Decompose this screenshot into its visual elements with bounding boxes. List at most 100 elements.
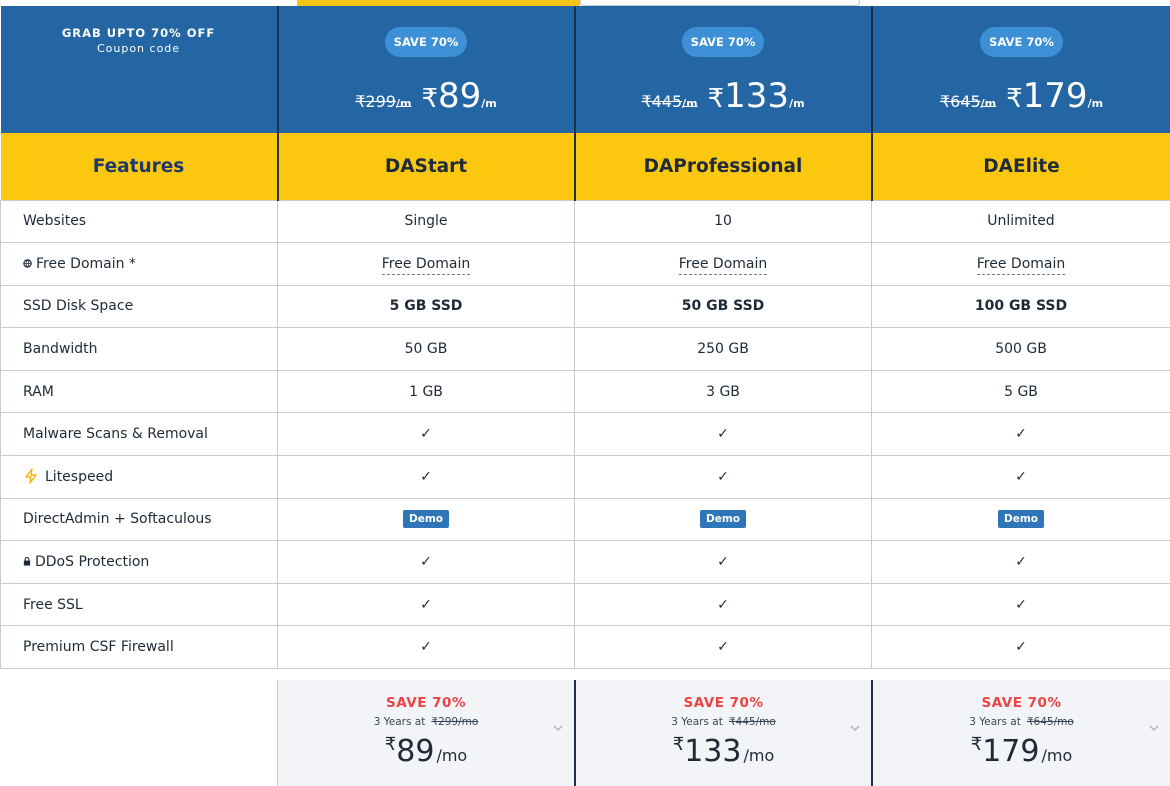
old-price: ₹299/m — [355, 92, 412, 111]
check-mark: ✓ — [574, 455, 872, 499]
feature-row-litespeed: Litespeed ✓ ✓ ✓ — [0, 455, 1170, 499]
plan-price-cell-daprofessional: SAVE 70% ₹445/m ₹133/m — [573, 6, 872, 133]
feature-row-malware: Malware Scans & Removal ✓ ✓ ✓ — [0, 412, 1170, 457]
feature-row-ram: RAM 1 GB 3 GB 5 GB — [0, 369, 1170, 414]
feature-row-ddos: DDoS Protection ✓ ✓ ✓ — [0, 540, 1170, 584]
check-mark: ✓ — [277, 540, 575, 584]
chevron-down-icon[interactable] — [552, 722, 564, 734]
feature-value: Single — [277, 199, 575, 244]
feature-value: 50 GB SSD — [574, 284, 872, 329]
coupon-code-label: Coupon code — [96, 42, 181, 55]
check-mark: ✓ — [574, 412, 872, 457]
feature-label: Free Domain * — [0, 242, 278, 286]
feature-value: Free Domain — [277, 242, 575, 286]
feature-value: Unlimited — [871, 199, 1170, 244]
plan-name-row: Features DAStart DAProfessional DAElite — [0, 133, 1170, 200]
feature-value: 5 GB — [871, 369, 1170, 414]
features-heading: Features — [0, 133, 278, 200]
globe-icon — [23, 256, 32, 272]
feature-label: DirectAdmin + Softaculous — [0, 497, 278, 542]
check-mark: ✓ — [277, 625, 575, 670]
feature-value: 3 GB — [574, 369, 872, 414]
feature-value: 100 GB SSD — [871, 284, 1170, 329]
check-mark: ✓ — [871, 625, 1170, 670]
footer-save-label: SAVE 70% — [386, 695, 466, 711]
check-mark: ✓ — [277, 455, 575, 499]
lock-icon — [23, 554, 31, 570]
plan-price-cell-daelite: SAVE 70% ₹645/m ₹179/m — [870, 6, 1170, 133]
feature-label: DDoS Protection — [0, 540, 278, 584]
plan-footer-dastart[interactable]: SAVE 70% 3 Years at ₹299/mo ₹89/mo — [277, 680, 574, 786]
demo-button[interactable]: Demo — [700, 510, 746, 529]
save-badge: SAVE 70% — [681, 27, 765, 57]
feature-value: Demo — [871, 497, 1170, 542]
feature-value: Free Domain — [871, 242, 1170, 286]
footer-price: ₹179/mo — [970, 734, 1073, 769]
feature-value: 500 GB — [871, 327, 1170, 371]
footer-term: 3 Years at ₹299/mo — [373, 716, 479, 728]
check-mark: ✓ — [871, 540, 1170, 584]
feature-label: Free SSL — [0, 582, 278, 627]
feature-label: Bandwidth — [0, 327, 278, 371]
new-price: ₹133/m — [707, 76, 805, 116]
feature-value: 1 GB — [277, 369, 575, 414]
feature-label: Websites — [0, 199, 278, 244]
check-mark: ✓ — [871, 582, 1170, 627]
save-badge: SAVE 70% — [384, 27, 468, 57]
feature-label: Premium CSF Firewall — [0, 625, 278, 670]
check-mark: ✓ — [871, 455, 1170, 499]
old-price: ₹645/m — [939, 92, 997, 111]
feature-row-ssd: SSD Disk Space 5 GB SSD 50 GB SSD 100 GB… — [0, 284, 1170, 329]
free-domain-tooltip[interactable]: Free Domain — [678, 255, 768, 275]
chevron-down-icon[interactable] — [849, 722, 861, 734]
offer-headline: GRAB UPTO 70% OFF — [61, 26, 216, 40]
feature-value: Demo — [277, 497, 575, 542]
offer-cell: GRAB UPTO 70% OFF Coupon code — [0, 6, 278, 133]
new-price: ₹89/m — [421, 76, 497, 116]
feature-row-bandwidth: Bandwidth 50 GB 250 GB 500 GB — [0, 327, 1170, 371]
save-badge: SAVE 70% — [980, 27, 1063, 57]
old-price: ₹445/m — [641, 92, 698, 111]
demo-button[interactable]: Demo — [998, 510, 1044, 529]
feature-value: Demo — [574, 497, 872, 542]
plan-name-daprofessional: DAProfessional — [573, 133, 872, 200]
feature-label: Malware Scans & Removal — [0, 412, 278, 457]
feature-value: 10 — [574, 199, 872, 244]
feature-row-websites: Websites Single 10 Unlimited — [0, 199, 1170, 244]
feature-row-free-ssl: Free SSL ✓ ✓ ✓ — [0, 582, 1170, 627]
demo-button[interactable]: Demo — [403, 510, 449, 529]
check-mark: ✓ — [871, 412, 1170, 457]
feature-value: 5 GB SSD — [277, 284, 575, 329]
check-mark: ✓ — [277, 412, 575, 457]
feature-row-directadmin: DirectAdmin + Softaculous Demo Demo Demo — [0, 497, 1170, 542]
feature-value: Free Domain — [574, 242, 872, 286]
feature-row-free-domain: Free Domain * Free Domain Free Domain Fr… — [0, 242, 1170, 286]
free-domain-tooltip[interactable]: Free Domain — [381, 255, 471, 275]
feature-label: SSD Disk Space — [0, 284, 278, 329]
plan-name-dastart: DAStart — [276, 133, 575, 200]
footer-save-label: SAVE 70% — [981, 695, 1062, 711]
plan-footer-daelite[interactable]: SAVE 70% 3 Years at ₹645/mo ₹179/mo — [871, 680, 1170, 786]
price-header-row: GRAB UPTO 70% OFF Coupon code SAVE 70% ₹… — [0, 6, 1170, 133]
plan-name-daelite: DAElite — [870, 133, 1170, 200]
free-domain-tooltip[interactable]: Free Domain — [976, 255, 1066, 275]
footer-save-label: SAVE 70% — [683, 695, 764, 711]
check-mark: ✓ — [277, 582, 575, 627]
check-mark: ✓ — [574, 625, 872, 670]
footer-price: ₹89/mo — [384, 734, 468, 769]
feature-label: RAM — [0, 369, 278, 414]
feature-label: Litespeed — [0, 455, 278, 499]
feature-value: 50 GB — [277, 327, 575, 371]
lightning-bolt-icon — [23, 468, 39, 485]
check-mark: ✓ — [574, 540, 872, 584]
chevron-down-icon[interactable] — [1148, 722, 1160, 734]
check-mark: ✓ — [574, 582, 872, 627]
feature-row-csf-firewall: Premium CSF Firewall ✓ ✓ ✓ — [0, 625, 1170, 670]
new-price: ₹179/m — [1006, 76, 1104, 116]
footer-term: 3 Years at ₹645/mo — [969, 716, 1074, 728]
plan-footer-daprofessional[interactable]: SAVE 70% 3 Years at ₹445/mo ₹133/mo — [574, 680, 871, 786]
footer-term: 3 Years at ₹445/mo — [671, 716, 776, 728]
plan-price-cell-dastart: SAVE 70% ₹299/m ₹89/m — [276, 6, 575, 133]
pricing-table: GRAB UPTO 70% OFF Coupon code SAVE 70% ₹… — [0, 6, 1170, 670]
feature-value: 250 GB — [574, 327, 872, 371]
